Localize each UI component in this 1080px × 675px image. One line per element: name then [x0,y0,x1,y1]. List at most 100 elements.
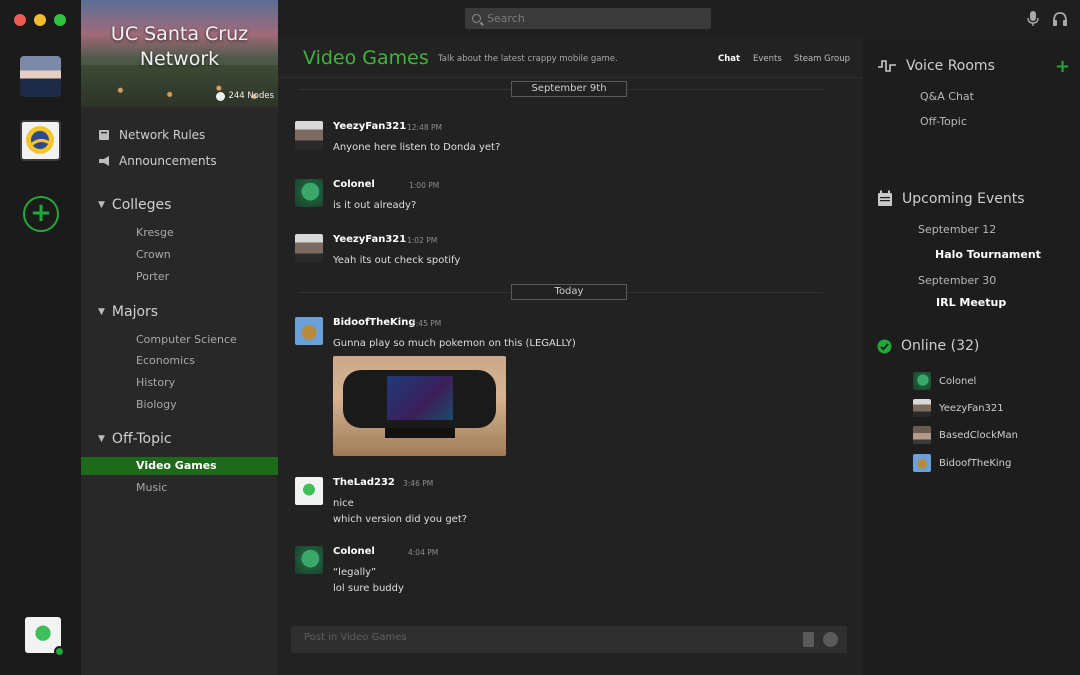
online-user-name: BidoofTheKing [939,457,1012,469]
avatar [913,426,931,444]
emoji-icon[interactable] [823,632,838,647]
upcoming-events-title: Upcoming Events [902,190,1025,207]
message-time: 3:46 PM [403,479,434,488]
message-author[interactable]: YeezyFan321 [333,234,406,245]
date-label: Today [511,284,627,300]
node-count: 244 Nodes [216,91,274,101]
upcoming-events-header: Upcoming Events [877,190,1025,207]
message-text: is it out already? [333,198,416,214]
online-user-name: BasedClockMan [939,429,1018,441]
message-text: nice which version did you get? [333,496,467,528]
category-colleges[interactable]: ▼ Colleges [98,197,171,213]
date-label: September 9th [511,81,627,97]
channel-video-games[interactable]: Video Games [81,457,278,475]
message-line: Anyone here listen to Donda yet? [333,142,501,153]
tab-chat[interactable]: Chat [718,54,740,64]
avatar[interactable] [295,546,323,574]
add-voice-room-button[interactable]: + [1055,56,1070,77]
channel-biology[interactable]: Biology [136,398,177,411]
microphone-icon[interactable] [1026,11,1040,27]
message-text: “legally” lol sure buddy [333,565,404,597]
online-user[interactable]: YeezyFan321 [913,399,1004,417]
avatar[interactable] [295,477,323,505]
category-off-topic[interactable]: ▼ Off-Topic [98,431,172,447]
category-label: Off-Topic [111,431,172,447]
channel-porter[interactable]: Porter [136,270,169,283]
globe-icon [216,91,226,101]
avatar[interactable] [295,317,323,345]
search-input[interactable] [487,12,687,25]
channel-label: Video Games [136,459,217,472]
audio-wave-icon [878,60,896,72]
online-user-name: Colonel [939,375,977,387]
sidebar-link-label: Network Rules [119,128,206,142]
channel-history[interactable]: History [136,376,175,389]
message-line: lol sure buddy [333,583,404,594]
chevron-down-icon: ▼ [98,200,105,210]
message-author[interactable]: YeezyFan321 [333,121,406,132]
self-avatar[interactable] [25,617,65,657]
search-box[interactable] [465,8,711,29]
channel-kresge[interactable]: Kresge [136,226,174,239]
message-input[interactable] [304,632,784,643]
category-majors[interactable]: ▼ Majors [98,304,158,320]
message-text: Anyone here listen to Donda yet? [333,140,500,156]
event-halo-tournament[interactable]: Halo Tournament [935,248,1041,261]
server-icon-1[interactable] [20,56,61,97]
chevron-down-icon: ▼ [98,307,105,317]
chevron-down-icon: ▼ [98,434,105,444]
message-author[interactable]: Colonel [333,546,375,557]
message-author[interactable]: Colonel [333,179,375,190]
voice-room-qa-chat[interactable]: Q&A Chat [920,90,974,103]
message-time: 12:48 PM [407,123,442,132]
message-line: is it out already? [333,200,417,211]
check-circle-icon [877,339,892,353]
channel-crown[interactable]: Crown [136,248,171,261]
tab-steam-group[interactable]: Steam Group [794,54,850,64]
avatar [913,399,931,417]
maximize-window-button[interactable] [54,14,66,26]
avatar[interactable] [295,179,323,207]
attach-file-icon[interactable] [803,632,814,647]
close-window-button[interactable] [14,14,26,26]
message-text: Yeah its out check spotify [333,253,460,269]
online-user[interactable]: BidoofTheKing [913,454,1011,472]
message-author[interactable]: TheLad232 [333,477,395,488]
channel-computer-science[interactable]: Computer Science [136,333,237,346]
node-count-label: 244 Nodes [228,91,274,101]
avatar[interactable] [295,121,323,149]
message-author[interactable]: BidoofTheKing [333,317,415,328]
message-time: 1:00 PM [409,181,440,190]
online-user[interactable]: BasedClockMan [913,426,1018,444]
chat-main: Video Games Talk about the latest crappy… [278,38,863,675]
channel-topic: Talk about the latest crappy mobile game… [438,54,618,64]
book-icon [99,130,109,140]
sidebar-link-label: Announcements [119,154,217,168]
channel-music[interactable]: Music [136,481,167,494]
date-separator: September 9th [278,81,863,97]
server-rail: + [0,0,81,675]
avatar [913,454,931,472]
channel-title: Video Games [303,47,429,69]
device-stand [385,428,455,438]
message-text: Gunna play so much pokemon on this (LEGA… [333,336,576,352]
top-bar [278,0,1080,38]
channel-economics[interactable]: Economics [136,354,195,367]
voice-room-off-topic[interactable]: Off-Topic [920,115,967,128]
sidebar-link-network-rules[interactable]: Network Rules [98,128,205,142]
headphones-icon[interactable] [1052,11,1068,27]
minimize-window-button[interactable] [34,14,46,26]
tab-events[interactable]: Events [753,54,782,64]
sidebar-link-announcements[interactable]: Announcements [98,154,217,168]
avatar [913,372,931,390]
avatar[interactable] [295,234,323,262]
add-server-button[interactable]: + [23,196,59,232]
event-irl-meetup[interactable]: IRL Meetup [936,296,1006,309]
header-divider [278,77,863,78]
server-icon-ucsc[interactable] [20,120,61,161]
message-image-attachment[interactable] [333,356,506,456]
voice-rooms-header: Voice Rooms [877,58,995,74]
calendar-icon [878,190,892,206]
message-line: Gunna play so much pokemon on this (LEGA… [333,338,576,349]
online-user[interactable]: Colonel [913,372,976,390]
